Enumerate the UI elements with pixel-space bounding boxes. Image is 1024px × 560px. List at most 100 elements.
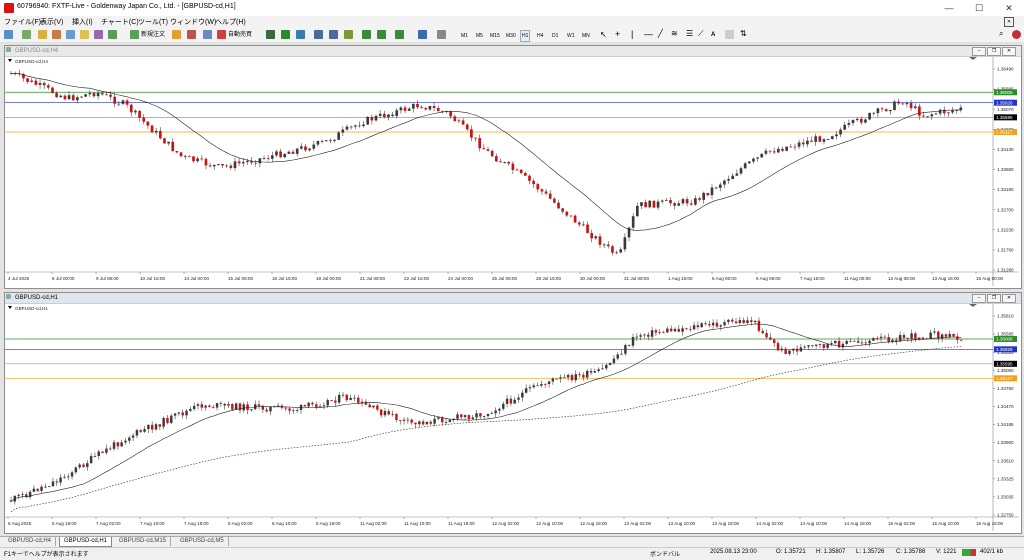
- periods-icon[interactable]: [418, 30, 427, 39]
- h4-minimize-button[interactable]: –: [972, 47, 986, 56]
- market-watch-icon[interactable]: [52, 30, 61, 39]
- history-icon[interactable]: [203, 30, 212, 39]
- new-chart-icon[interactable]: [4, 30, 13, 39]
- time-tick-label: 6 Aug 2025: [8, 521, 32, 526]
- chart-h4-canvas[interactable]: GBPUSD-cd,H41.364901.355951.350701.34600…: [5, 57, 1019, 286]
- data-window-icon[interactable]: [66, 30, 75, 39]
- templates-icon[interactable]: [437, 30, 446, 39]
- chart-window-icon[interactable]: [38, 30, 47, 39]
- tab-gbpusd-m15[interactable]: GBPUSD-cd,M15: [115, 537, 172, 546]
- h1-minimize-button[interactable]: –: [972, 294, 986, 303]
- search-icon[interactable]: ⌕: [999, 29, 1003, 39]
- auto-trade-button[interactable]: 自動売買: [228, 30, 252, 40]
- h4-restore-button[interactable]: ❐: [987, 47, 1001, 56]
- tab-gbpusd-h4[interactable]: GBPUSD-cd,H4: [4, 537, 57, 546]
- menu-close-icon[interactable]: ✕: [1004, 17, 1014, 27]
- candle-body: [482, 416, 486, 417]
- navigator-icon[interactable]: [80, 30, 89, 39]
- time-tick-label: 24 Jul 00:00: [448, 276, 473, 281]
- candlestick-icon[interactable]: [281, 30, 290, 39]
- menu-chart[interactable]: チャート(C): [101, 17, 139, 27]
- metaeditor-icon[interactable]: [172, 30, 181, 39]
- timeframe-m5[interactable]: M5: [474, 30, 485, 42]
- candle-body: [55, 92, 58, 98]
- timeframe-m15[interactable]: M15: [488, 30, 502, 42]
- horizontal-line-icon[interactable]: —: [644, 29, 653, 39]
- autoscroll-icon[interactable]: [377, 30, 386, 39]
- h1-restore-button[interactable]: ❐: [987, 294, 1001, 303]
- status-volume: V: 1221: [936, 549, 957, 555]
- candle-body: [208, 405, 211, 408]
- zoom-in-icon[interactable]: [314, 30, 323, 39]
- bar-chart-icon[interactable]: [266, 30, 275, 39]
- time-tick-label: 7 Aug 18:00: [184, 521, 209, 526]
- menu-window[interactable]: ウィンドウ(W): [170, 17, 216, 27]
- price-tick-label: 1.33180: [997, 187, 1014, 192]
- timeframe-mn[interactable]: MN: [580, 30, 592, 42]
- menu-file[interactable]: ファイル(F): [4, 17, 41, 27]
- strategy-tester-icon[interactable]: [108, 30, 117, 39]
- candle-body: [333, 139, 336, 141]
- candle-body: [845, 340, 848, 344]
- candle-body: [425, 421, 429, 425]
- fibonacci-icon[interactable]: ☰: [686, 29, 693, 38]
- candle-body: [566, 374, 570, 378]
- auto-trade-icon[interactable]: [217, 30, 226, 39]
- candle-body: [372, 405, 375, 408]
- tab-gbpusd-h1[interactable]: GBPUSD-cd,H1: [59, 537, 113, 547]
- tab-gbpusd-m5[interactable]: GBPUSD-cd,M5: [176, 537, 229, 546]
- equidistant-channel-icon[interactable]: ≋: [671, 29, 678, 38]
- candle-body: [776, 342, 780, 351]
- menu-view[interactable]: 表示(V): [40, 17, 63, 27]
- terminal-icon[interactable]: [94, 30, 103, 39]
- tile-windows-icon[interactable]: [344, 30, 353, 39]
- gann-fan-icon[interactable]: ⟋: [698, 29, 704, 39]
- chart-h1-canvas[interactable]: GBPUSD-cd,H11.358101.355951.353251.35050…: [5, 304, 1019, 531]
- candle-body: [710, 187, 714, 196]
- candle-body: [177, 412, 181, 414]
- timeframe-d1[interactable]: D1: [550, 30, 560, 42]
- h4-close-button[interactable]: ✕: [1002, 47, 1016, 56]
- candle-body: [40, 486, 43, 491]
- candle-body: [461, 120, 465, 125]
- chart-shift-icon[interactable]: [362, 30, 371, 39]
- candle-body: [158, 424, 162, 427]
- text-tool-button[interactable]: A: [711, 30, 715, 40]
- price-tick-label: 1.35810: [997, 314, 1014, 319]
- candle-body: [150, 125, 154, 133]
- timeframe-h1[interactable]: H1: [520, 30, 531, 42]
- timeframe-m1[interactable]: M1: [459, 30, 470, 42]
- menu-help[interactable]: ヘルプ(H): [215, 17, 246, 27]
- timeframe-h4[interactable]: H4: [535, 30, 545, 42]
- community-icon[interactable]: [1012, 30, 1021, 39]
- options-icon[interactable]: [187, 30, 196, 39]
- profiles-icon[interactable]: [22, 30, 31, 39]
- arrows-icon[interactable]: ⇅: [740, 29, 747, 38]
- maximize-button[interactable]: ☐: [964, 0, 994, 16]
- vertical-line-icon[interactable]: |: [631, 29, 633, 39]
- candle-body: [635, 336, 639, 338]
- time-tick-label: 14 Aug 10:00: [800, 521, 828, 526]
- candle-body: [955, 110, 959, 111]
- close-button[interactable]: ✕: [994, 0, 1024, 16]
- crosshair-icon[interactable]: +: [615, 29, 620, 39]
- timeframe-w1[interactable]: W1: [565, 30, 577, 42]
- menu-insert[interactable]: 挿入(I): [72, 17, 93, 27]
- line-chart-icon[interactable]: [296, 30, 305, 39]
- candle-body: [370, 116, 374, 121]
- cursor-icon[interactable]: ↖: [600, 30, 607, 39]
- trendline-icon[interactable]: ╱: [658, 29, 663, 38]
- candle-body: [573, 215, 577, 223]
- new-order-icon[interactable]: [130, 30, 139, 39]
- minimize-button[interactable]: —: [934, 0, 964, 16]
- candle-body: [681, 199, 685, 204]
- new-order-button[interactable]: 新規注文: [141, 30, 165, 40]
- candle-body: [242, 404, 245, 411]
- menu-tools[interactable]: ツール(T): [138, 17, 168, 27]
- h1-close-button[interactable]: ✕: [1002, 294, 1016, 303]
- timeframe-m30[interactable]: M30: [504, 30, 518, 42]
- zoom-out-icon[interactable]: [329, 30, 338, 39]
- candle-body: [266, 158, 270, 160]
- indicators-icon[interactable]: [395, 30, 404, 39]
- text-label-icon[interactable]: [725, 30, 734, 39]
